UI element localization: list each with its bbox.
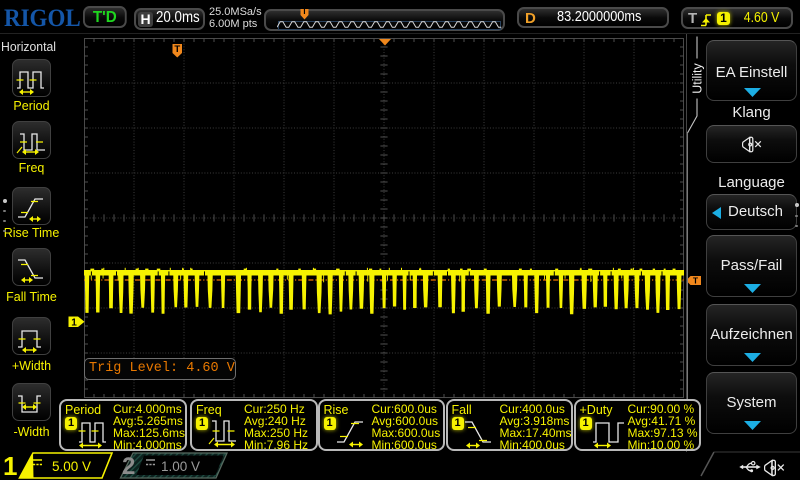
svg-text:1.00 V: 1.00 V <box>161 459 200 474</box>
svg-text:1: 1 <box>71 317 77 327</box>
svg-text:2: 2 <box>122 453 135 479</box>
svg-text:T: T <box>302 9 307 16</box>
svg-text:T: T <box>174 44 180 55</box>
svg-text:5.00 V: 5.00 V <box>52 459 91 474</box>
